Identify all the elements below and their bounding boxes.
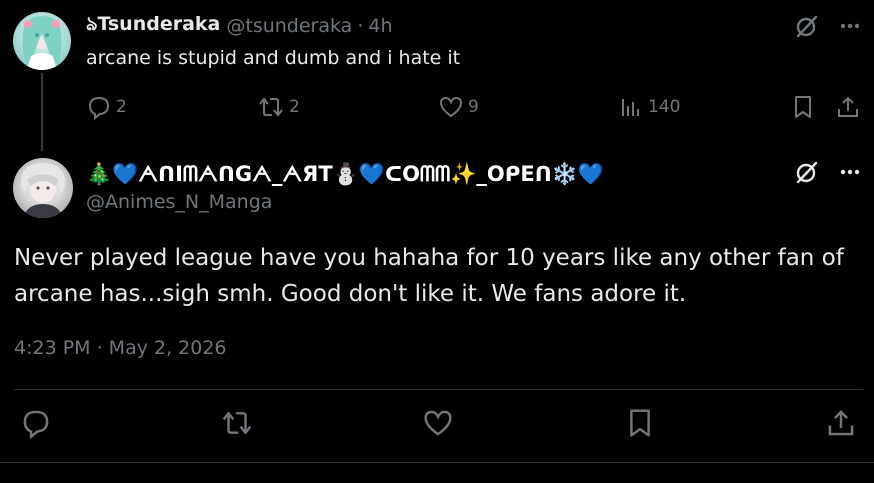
reply-button[interactable] (20, 408, 52, 439)
handle[interactable]: @Animes_N_Manga (86, 191, 272, 213)
tweet-text-line: arcane has...sigh smh. Good don't like i… (14, 281, 687, 307)
bookmark-button[interactable] (624, 408, 656, 438)
tweet-header: ঌTsunderaka @tsunderaka · 4h (86, 13, 393, 38)
views-count: 140 (648, 97, 681, 117)
divider (14, 389, 863, 390)
reply-icon (23, 410, 49, 439)
tweet-actions (0, 408, 874, 442)
heart-icon (439, 96, 463, 118)
more-icon[interactable] (837, 159, 863, 185)
like-button[interactable] (422, 408, 454, 438)
tweet-top-actions (793, 12, 863, 40)
share-button[interactable] (825, 408, 857, 438)
tweet-time[interactable]: 4h (368, 15, 392, 37)
handle[interactable]: @tsunderaka (226, 15, 352, 37)
divider (0, 462, 874, 463)
repost-icon (222, 411, 252, 435)
grok-icon[interactable] (793, 158, 821, 186)
tweet-text: Never played league have you hahaha for … (14, 240, 854, 312)
share-icon (838, 96, 858, 117)
more-icon[interactable] (837, 13, 863, 39)
bookmark-icon (795, 96, 811, 118)
repost-count: 2 (289, 97, 300, 117)
views-button[interactable]: 140 (618, 92, 680, 122)
bookmark-icon (630, 409, 650, 437)
avatar-image (20, 163, 66, 218)
display-name[interactable]: 🎄💙ᗅᑎIᗰᗅᑎGᗅ_ᗅЯT⛄💙ᑕOᗰᗰ✨_OᑭEᑎ❄️💙 (86, 158, 604, 190)
bookmark-button[interactable] (790, 92, 816, 122)
display-name[interactable]: ঌTsunderaka (86, 10, 220, 42)
heart-icon (424, 410, 452, 436)
like-count: 9 (468, 97, 479, 117)
reply-count: 2 (116, 97, 127, 117)
grok-icon[interactable] (793, 12, 821, 40)
tweet-text: arcane is stupid and dumb and i hate it (86, 47, 461, 69)
separator-dot: · (357, 15, 364, 37)
parent-tweet[interactable]: ঌTsunderaka @tsunderaka · 4h arcane is s… (0, 0, 874, 151)
views-icon (622, 99, 639, 116)
share-button[interactable] (835, 92, 861, 122)
tweet-top-actions (793, 158, 863, 186)
avatar[interactable] (13, 158, 73, 218)
reply-button[interactable]: 2 (86, 92, 127, 122)
share-icon (828, 410, 854, 436)
repost-icon (259, 97, 283, 117)
tweet-timestamp[interactable]: 4:23 PM · May 2, 2026 (14, 337, 227, 359)
avatar-image (22, 16, 62, 70)
tweet-text-line: Never played league have you hahaha for … (14, 245, 844, 271)
avatar[interactable] (13, 12, 71, 70)
tweet-actions: 2 2 9 140 (0, 92, 874, 122)
repost-button[interactable] (220, 408, 254, 438)
repost-button[interactable]: 2 (257, 92, 300, 122)
reply-icon (88, 96, 110, 120)
like-button[interactable]: 9 (438, 92, 479, 122)
